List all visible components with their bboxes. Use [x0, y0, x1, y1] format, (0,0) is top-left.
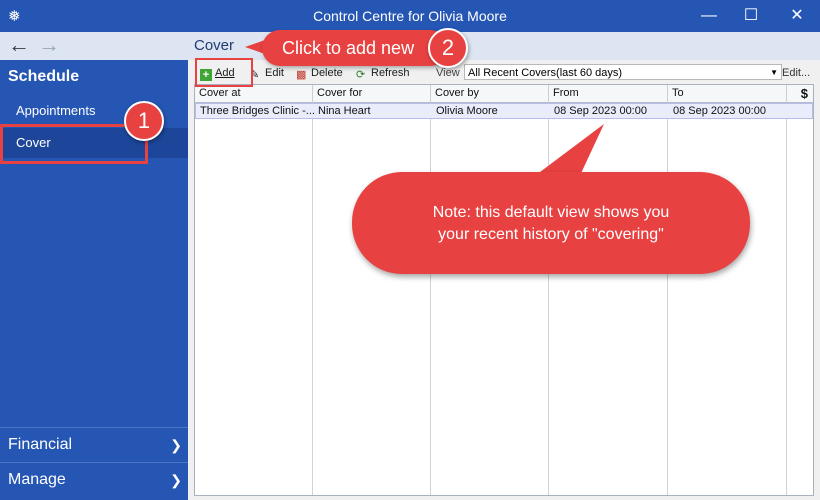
sidebar-group-financial[interactable]: Financial ❯	[0, 427, 188, 461]
dropdown-arrow-icon[interactable]: ▼	[770, 65, 778, 81]
edit-button[interactable]: ✎ Edit	[250, 64, 284, 82]
minimize-icon[interactable]: —	[686, 2, 732, 30]
refresh-label: Refresh	[371, 67, 410, 79]
table-row[interactable]: Three Bridges Clinic -... Nina Heart Oli…	[195, 103, 813, 119]
chevron-down-icon: ❯	[170, 472, 182, 488]
sidebar-group-manage[interactable]: Manage ❯	[0, 462, 188, 496]
cell-from: 08 Sep 2023 00:00	[554, 105, 647, 117]
cover-table: Cover at Cover for Cover by From To $ Th…	[194, 84, 814, 496]
callout-note-line: your recent history of "covering"	[438, 226, 664, 243]
view-select-value: All Recent Covers(last 60 days)	[468, 67, 623, 79]
maximize-icon[interactable]: ☐	[728, 2, 774, 30]
callout-note: Note: this default view shows you your r…	[352, 172, 750, 274]
arrow-right-icon[interactable]: →	[38, 33, 60, 57]
cell-cost	[788, 104, 813, 118]
column-divider	[786, 102, 787, 495]
column-header-cover-by[interactable]: Cover by	[431, 85, 549, 102]
column-divider	[667, 102, 668, 495]
delete-label: Delete	[311, 67, 343, 79]
refresh-button[interactable]: ⟳ Refresh	[356, 64, 410, 82]
column-header-cost[interactable]: $	[787, 85, 813, 102]
column-header-cover-at[interactable]: Cover at	[195, 85, 313, 102]
column-header-from[interactable]: From	[549, 85, 668, 102]
cell-cover-by: Olivia Moore	[436, 105, 498, 117]
sidebar-section-schedule: Schedule	[8, 68, 80, 85]
edit-view-button[interactable]: Edit...	[782, 64, 810, 82]
sidebar: ← → Schedule Appointments Cover Financia…	[0, 32, 188, 500]
step-badge-2: 2	[428, 28, 468, 68]
sidebar-group-label: Manage	[8, 471, 66, 488]
chevron-down-icon: ❯	[170, 437, 182, 453]
arrow-left-icon[interactable]: ←	[8, 33, 30, 57]
close-icon[interactable]: ✕	[774, 2, 820, 30]
callout-add-new: Click to add new	[262, 30, 448, 66]
cell-to: 08 Sep 2023 00:00	[673, 105, 766, 117]
title-bar: ❅ Control Centre for Olivia Moore — ☐ ✕	[0, 0, 820, 32]
page-title: Cover	[194, 37, 235, 54]
navigation-bar: ← →	[0, 32, 188, 60]
column-divider	[430, 102, 431, 495]
column-header-to[interactable]: To	[668, 85, 787, 102]
refresh-icon: ⟳	[356, 69, 366, 81]
edit-label: Edit	[265, 67, 284, 79]
sidebar-group-label: Financial	[8, 436, 73, 453]
trash-icon: ▩	[296, 69, 307, 81]
table-header: Cover at Cover for Cover by From To $	[195, 85, 813, 103]
column-divider	[312, 102, 313, 495]
highlight-box-add	[195, 58, 253, 87]
cell-cover-at: Three Bridges Clinic -...	[200, 105, 314, 117]
step-badge-1: 1	[124, 101, 164, 141]
view-select[interactable]: All Recent Covers(last 60 days) ▼	[464, 64, 782, 80]
callout-note-line: Note: this default view shows you	[432, 204, 670, 221]
column-header-cover-for[interactable]: Cover for	[313, 85, 431, 102]
cell-cover-for: Nina Heart	[318, 105, 371, 117]
delete-button[interactable]: ▩ Delete	[296, 64, 343, 82]
